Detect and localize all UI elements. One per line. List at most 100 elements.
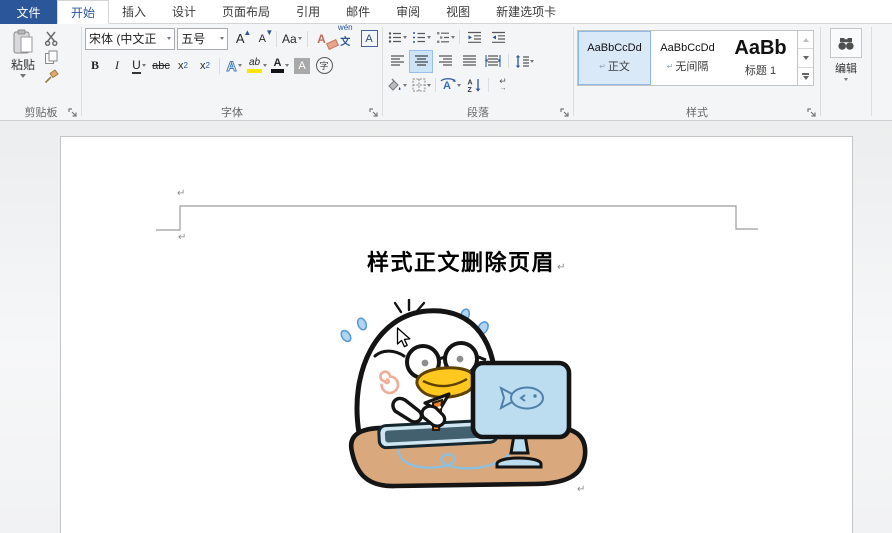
align-left-button[interactable] [386,51,408,72]
grow-font-button[interactable]: A ▲ [230,28,251,49]
paragraph-mark: ↵ [177,188,186,199]
font-name-combo[interactable]: 宋体 (中文正 [85,27,176,50]
tab-file[interactable]: 文件 [0,0,57,24]
show-hide-marks-button[interactable]: ↵ → [492,75,514,96]
text-effects-button[interactable]: A [224,55,244,76]
styles-gallery-scrollbar [797,31,813,85]
phonetic-guide-button[interactable]: wén 文 [334,24,358,49]
clipboard-dialog-launcher-icon[interactable] [68,108,78,118]
tab-references[interactable]: 引用 [283,0,334,24]
tab-home[interactable]: 开始 [57,0,110,24]
document-canvas[interactable]: ↵ ↵ 样式正文删除页眉 ↵ ↵ [0,121,892,533]
distribute-text-button[interactable] [482,51,504,72]
font-size-dropdown-arrow[interactable] [220,37,225,40]
document-page[interactable]: ↵ ↵ 样式正文删除页眉 ↵ ↵ [60,136,853,533]
tab-page-layout[interactable]: 页面布局 [209,0,284,24]
paste-label: 粘贴 [10,58,35,72]
separator [488,78,489,92]
clipboard-icon [13,29,33,54]
style-normal[interactable]: AaBbCcDd ↵ 正文 [578,31,651,85]
separator [306,30,308,47]
separator [435,78,436,92]
paragraph-mark: ↵ [577,484,586,495]
superscript-button[interactable]: x2 [195,55,215,76]
separator [508,54,509,68]
font-name-dropdown-arrow[interactable] [167,37,172,40]
change-case-button[interactable]: Aa [281,28,302,49]
paste-dropdown-arrow[interactable] [20,74,26,78]
asian-layout-button[interactable]: A [439,75,461,96]
paragraph-dialog-launcher-icon[interactable] [560,108,570,118]
ribbon-tab-bar: 文件 开始 插入 设计 页面布局 引用 邮件 审阅 视图 新建选项卡 [0,0,892,24]
strikethrough-button[interactable]: abc [151,55,171,76]
increase-indent-button[interactable] [487,27,509,48]
group-separator [871,27,872,116]
justify-button[interactable] [458,51,480,72]
character-shading-button[interactable]: A [292,55,312,76]
styles-more-button[interactable] [798,67,813,85]
styles-scroll-down-button[interactable] [798,49,813,68]
tab-bar-filler [569,0,892,24]
bullets-button[interactable] [386,27,408,48]
header-boundary-line [156,205,758,231]
separator [459,30,460,44]
svg-text:A: A [443,80,451,92]
ribbon-home: 粘贴 剪贴板 宋体 (中文正 五号 A ▲ A ▼ Aa A wén 文 A B… [0,24,892,121]
clipboard-group-label: 剪贴板 [24,107,58,119]
clear-formatting-button[interactable]: A [312,28,339,50]
font-color-bar [271,69,284,73]
paragraph-mark: ↵ [557,262,567,273]
styles-scroll-up-button[interactable] [798,31,813,50]
align-right-button[interactable] [434,51,456,72]
svg-text:Z: Z [467,87,472,92]
tab-review[interactable]: 审阅 [383,0,434,24]
numbering-button[interactable] [410,27,432,48]
cut-icon[interactable] [44,31,59,46]
sort-button[interactable]: AZ [463,75,485,96]
style-no-spacing[interactable]: AaBbCcDd ↵ 无间隔 [651,31,724,85]
bold-button[interactable]: B [85,55,105,76]
align-center-button[interactable] [409,49,433,73]
italic-button[interactable]: I [107,55,127,76]
borders-button[interactable] [410,75,432,96]
inline-cartoon-image[interactable] [337,298,591,495]
find-binoculars-icon [838,37,854,50]
shrink-arrow: ▼ [265,28,274,37]
shading-button[interactable] [386,75,408,96]
group-editing[interactable]: 编辑 [821,24,871,120]
tab-new-tab[interactable]: 新建选项卡 [483,0,570,24]
multilevel-list-button[interactable] [434,27,456,48]
enclose-characters-button[interactable]: 字 [314,55,334,76]
font-name-value: 宋体 (中文正 [89,32,157,46]
font-color-button[interactable]: A [270,55,290,76]
tab-insert[interactable]: 插入 [109,0,160,24]
separator [276,30,278,47]
tab-view[interactable]: 视图 [433,0,484,24]
group-font: 宋体 (中文正 五号 A ▲ A ▼ Aa A wén 文 A B I U ab… [82,24,382,120]
svg-text:A: A [467,80,472,87]
document-title[interactable]: 样式正文删除页眉 ↵ [180,245,754,277]
underline-button[interactable]: U [129,55,149,76]
text-highlight-button[interactable]: ab [246,55,268,76]
format-painter-icon[interactable] [44,69,59,84]
group-clipboard: 粘贴 剪贴板 [1,24,81,120]
styles-gallery: AaBbCcDd ↵ 正文 AaBbCcDd ↵ 无间隔 AaBb 标题 1 [577,30,814,86]
copy-icon[interactable] [44,50,59,65]
styles-dialog-launcher-icon[interactable] [807,108,817,118]
paste-button[interactable]: 粘贴 [4,25,42,104]
line-spacing-button[interactable] [513,51,535,72]
shrink-font-button[interactable]: A ▼ [252,28,274,49]
font-size-combo[interactable]: 五号 [177,27,229,50]
paragraph-group-label: 段落 [467,107,489,119]
editing-dropdown-arrow [844,78,848,81]
highlight-color-bar [247,69,262,73]
decrease-indent-button[interactable] [463,27,485,48]
font-dialog-launcher-icon[interactable] [369,108,379,118]
style-heading-1[interactable]: AaBb 标题 1 [724,31,797,85]
group-styles: AaBbCcDd ↵ 正文 AaBbCcDd ↵ 无间隔 AaBb 标题 1 样… [574,24,820,120]
tab-design[interactable]: 设计 [159,0,210,24]
character-border-button[interactable]: A [359,28,379,49]
subscript-button[interactable]: x2 [173,55,193,76]
mouse-cursor [396,327,411,348]
tab-mailings[interactable]: 邮件 [333,0,384,24]
